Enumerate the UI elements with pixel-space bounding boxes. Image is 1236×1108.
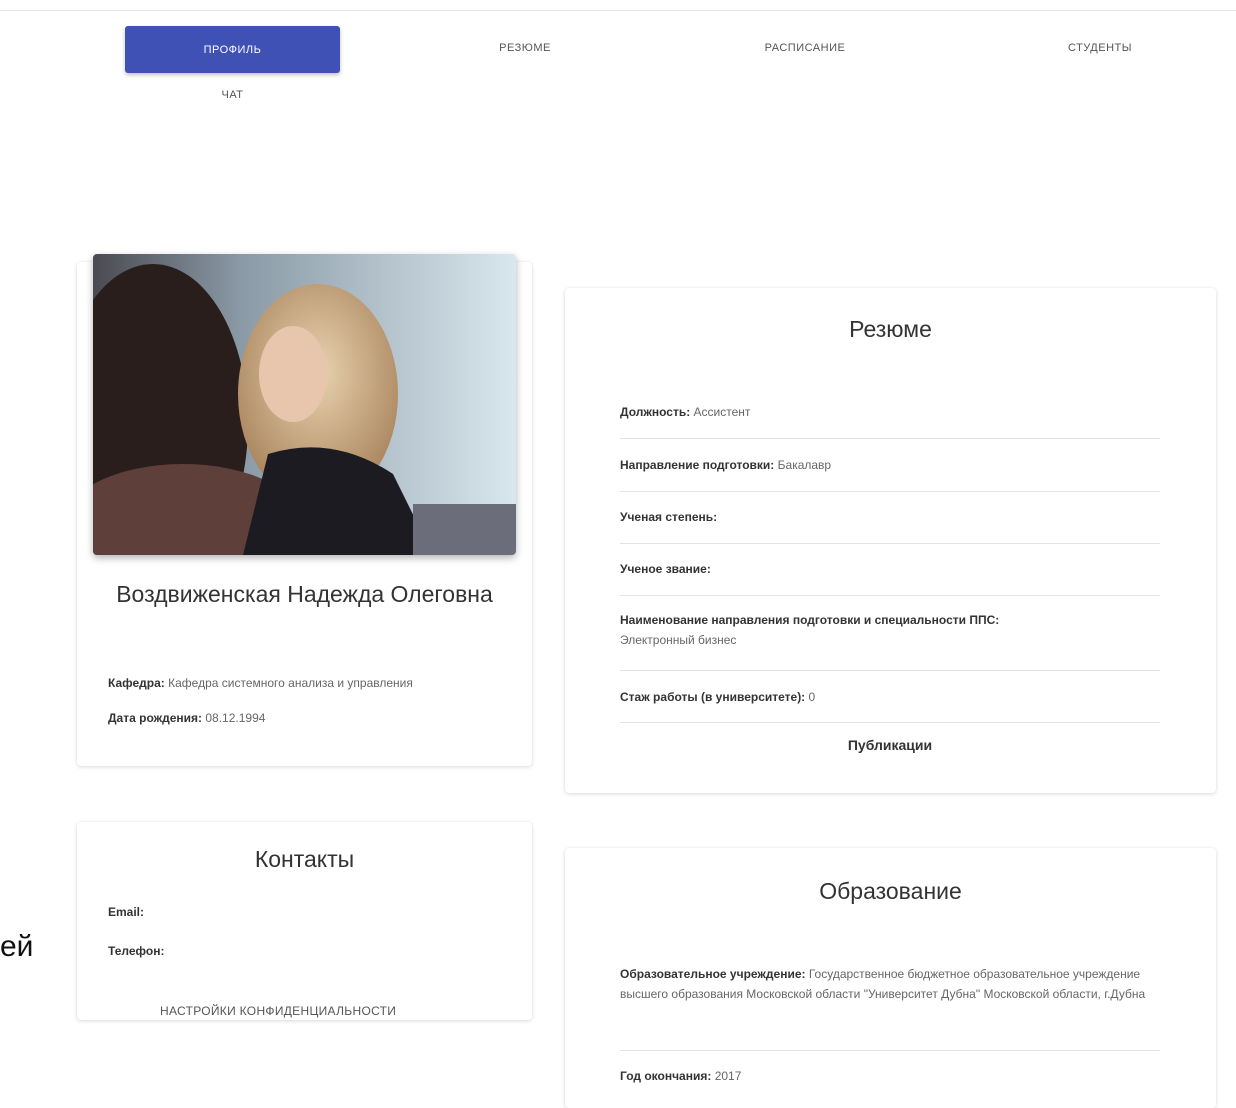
resume-divider: [620, 670, 1160, 671]
publications-link[interactable]: Публикации: [590, 737, 1190, 753]
profile-name: Воздвиженская Надежда Олеговна: [116, 581, 493, 607]
tab-students[interactable]: Студенты: [1000, 30, 1200, 66]
resume-field-degree: Ученая степень:: [620, 510, 718, 524]
top-divider: [0, 10, 1236, 11]
resume-field-direction: Направление подготовки: Бакалавр: [620, 458, 832, 472]
resume-field-title: Ученое звание:: [620, 562, 711, 576]
resume-divider: [620, 491, 1160, 492]
resume-divider: [620, 722, 1160, 723]
tab-resume[interactable]: Резюме: [430, 30, 620, 66]
phone-label: Телефон:: [108, 944, 165, 958]
tab-profile[interactable]: Профиль: [125, 26, 340, 73]
privacy-settings-button[interactable]: Настройки конфиденциальности: [160, 1004, 396, 1018]
birth-label: Дата рождения:: [108, 711, 203, 725]
education-title: Образование: [819, 878, 962, 904]
resume-divider: [620, 595, 1160, 596]
resume-title: Резюме: [849, 316, 932, 342]
birth-info: Дата рождения: 08.12.1994: [108, 711, 265, 725]
resume-divider: [620, 438, 1160, 439]
birth-value: 08.12.1994: [205, 711, 266, 725]
resume-card: [565, 288, 1216, 793]
profile-photo: [93, 254, 516, 555]
contacts-title: Контакты: [254, 846, 355, 872]
education-year: Год окончания: 2017: [620, 1069, 742, 1083]
tab-chat[interactable]: Чат: [125, 80, 340, 110]
resume-field-position: Должность: Ассистент: [620, 405, 751, 419]
resume-divider: [620, 543, 1160, 544]
department-label: Кафедра:: [108, 676, 165, 690]
education-divider: [620, 1050, 1160, 1051]
partial-text-fragment: ей: [0, 930, 34, 963]
department-info: Кафедра: Кафедра системного анализа и уп…: [108, 676, 413, 690]
email-label: Email:: [108, 905, 145, 919]
resume-field-experience: Стаж работы (в университете): 0: [620, 690, 816, 704]
tab-schedule[interactable]: Расписание: [705, 30, 905, 66]
education-institution: Образовательное учреждение: Государствен…: [620, 967, 1146, 1001]
department-value: Кафедра системного анализа и управления: [168, 676, 413, 690]
resume-field-specialty: Наименование направления подготовки и сп…: [620, 613, 1000, 647]
